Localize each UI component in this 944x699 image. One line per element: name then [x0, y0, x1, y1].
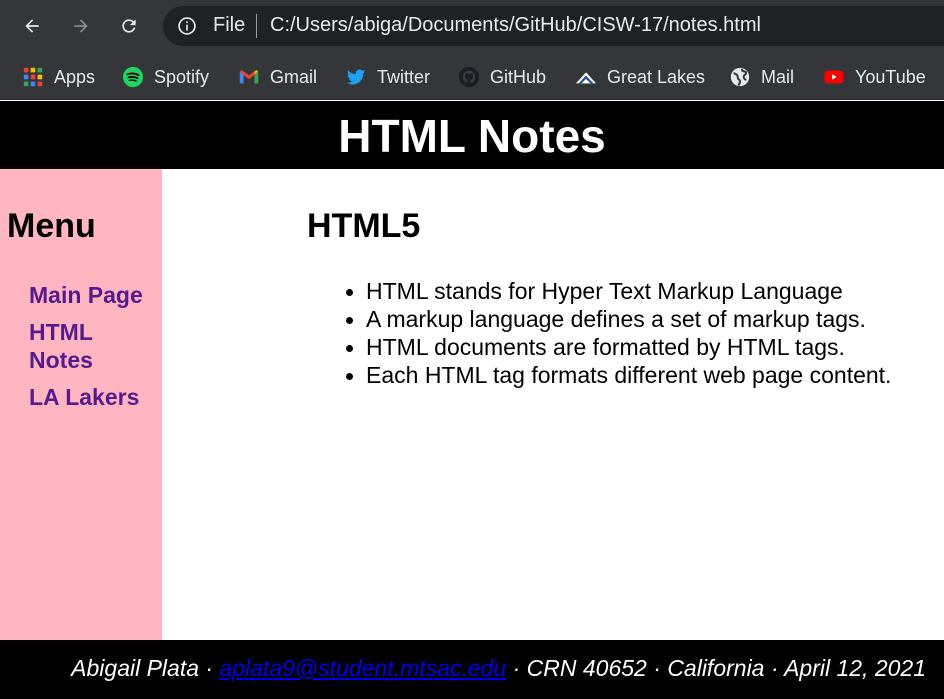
bookmark-label: Great Lakes [607, 66, 706, 87]
crn-text: CRN 40652 [526, 655, 647, 681]
list-item: A markup language defines a set of marku… [345, 305, 891, 333]
forward-arrow-icon [74, 19, 88, 33]
github-icon [458, 66, 480, 88]
back-arrow-icon [25, 19, 39, 33]
bookmarks-bar: Apps Spotify Gmail Twitter GitHub Great … [0, 54, 944, 100]
globe-icon [729, 66, 751, 88]
info-icon [178, 17, 196, 35]
page-header: HTML Notes [0, 101, 944, 169]
bookmark-label: YouTube [855, 66, 926, 87]
list-item: HTML stands for Hyper Text Markup Langua… [345, 277, 891, 305]
address-divider [256, 14, 257, 38]
twitter-icon [345, 66, 367, 88]
address-bar[interactable]: File C:/Users/abiga/Documents/GitHub/CIS… [163, 6, 944, 46]
back-button[interactable] [18, 12, 46, 40]
footer-info: Abigail Plata · aplata9@student.mtsac.ed… [71, 655, 926, 682]
menu-link-html-notes[interactable]: HTML Notes [29, 318, 149, 374]
page-footer: Abigail Plata · aplata9@student.mtsac.ed… [0, 640, 944, 699]
footer-separator: · [646, 655, 668, 681]
bookmark-label: Apps [54, 66, 96, 87]
reload-button[interactable] [115, 12, 143, 40]
list-item: HTML documents are formatted by HTML tag… [345, 333, 891, 361]
main-content: HTML5 HTML stands for Hyper Text Markup … [162, 169, 944, 640]
page-title: HTML Notes [338, 110, 606, 162]
sidebar-menu: Menu Main Page HTML Notes LA Lakers [0, 169, 162, 640]
bookmark-label: Spotify [154, 66, 210, 87]
youtube-icon [823, 66, 845, 88]
bookmark-twitter[interactable]: Twitter [345, 62, 430, 92]
date-text: April 12, 2021 [784, 655, 926, 681]
bookmark-github[interactable]: GitHub [458, 62, 546, 92]
bookmark-great-lakes[interactable]: Great Lakes [575, 62, 705, 92]
file-scheme-label: File [213, 14, 246, 36]
bookmark-youtube[interactable]: YouTube [823, 62, 926, 92]
bookmark-spotify[interactable]: Spotify [122, 62, 209, 92]
bookmark-label: Mail [761, 66, 795, 87]
apps-grid-icon [22, 66, 44, 88]
bookmark-mail[interactable]: Mail [729, 62, 794, 92]
footer-separator: · [506, 655, 527, 681]
notes-list: HTML stands for Hyper Text Markup Langua… [345, 277, 892, 389]
bookmark-label: Twitter [377, 66, 431, 87]
footer-separator: · [764, 655, 785, 681]
section-heading: HTML5 [307, 207, 421, 245]
list-item: Each HTML tag formats different web page… [345, 362, 892, 388]
forward-button[interactable] [67, 12, 95, 40]
location-text: California [667, 655, 765, 681]
gmail-icon [238, 66, 260, 88]
author-name: Abigail Plata [71, 655, 200, 681]
menu-link-la-lakers[interactable]: LA Lakers [29, 383, 149, 411]
bookmark-label: Gmail [270, 66, 318, 87]
menu-link-main-page[interactable]: Main Page [29, 281, 149, 309]
bookmark-gmail[interactable]: Gmail [238, 62, 317, 92]
bookmark-apps[interactable]: Apps [22, 62, 95, 92]
email-link[interactable]: aplata9@student.mtsac.edu [219, 655, 506, 681]
url-text[interactable]: C:/Users/abiga/Documents/GitHub/CISW-17/… [270, 14, 761, 37]
menu-heading: Menu [7, 207, 96, 245]
bookmark-label: GitHub [490, 66, 547, 87]
footer-separator: · [199, 655, 220, 681]
reload-icon [122, 19, 136, 33]
spotify-icon [122, 66, 144, 88]
browser-toolbar: File C:/Users/abiga/Documents/GitHub/CIS… [0, 0, 944, 54]
great-lakes-icon [575, 66, 597, 88]
